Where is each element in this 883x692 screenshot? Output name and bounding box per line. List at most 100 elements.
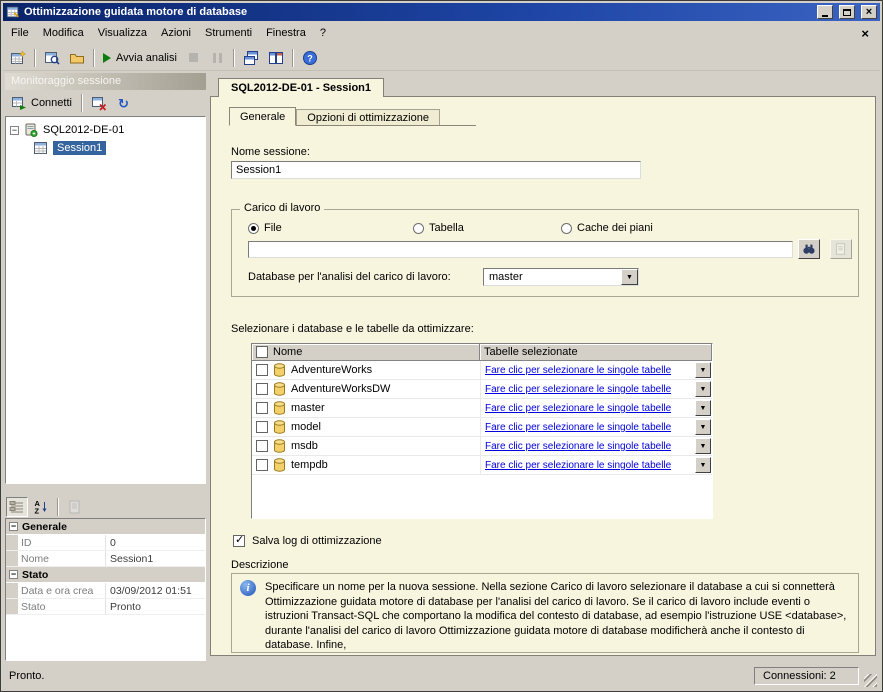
collapse-icon[interactable]: − xyxy=(10,126,19,135)
chevron-down-icon[interactable]: ▼ xyxy=(695,419,711,435)
database-cell[interactable]: master xyxy=(252,399,480,417)
menu-strumenti[interactable]: Strumenti xyxy=(198,23,259,43)
document-tab[interactable]: SQL2012-DE-01 - Session1 xyxy=(218,78,384,97)
refresh-button[interactable]: ↻ xyxy=(112,92,135,114)
menu-azioni[interactable]: Azioni xyxy=(154,23,198,43)
new-session-button[interactable] xyxy=(6,47,30,69)
property-value[interactable]: Session1 xyxy=(106,551,205,566)
database-checkbox[interactable] xyxy=(256,459,268,471)
property-value[interactable]: 0 xyxy=(106,535,205,550)
select-tables-link[interactable]: Fare clic per selezionare le singole tab… xyxy=(485,460,671,471)
session-document-panel: SQL2012-DE-01 - Session1 Generale Opzion… xyxy=(208,71,880,663)
select-tables-link[interactable]: Fare clic per selezionare le singole tab… xyxy=(485,441,671,452)
tile-windows-button[interactable] xyxy=(264,47,288,69)
open-file-button[interactable] xyxy=(65,47,89,69)
connect-button[interactable]: Connetti xyxy=(6,93,77,113)
cascade-windows-button[interactable] xyxy=(239,47,263,69)
database-checkbox[interactable] xyxy=(256,440,268,452)
select-tables-link[interactable]: Fare clic per selezionare le singole tab… xyxy=(485,422,671,433)
database-checkbox[interactable] xyxy=(256,402,268,414)
property-value[interactable]: Pronto xyxy=(106,599,205,614)
chevron-down-icon[interactable]: ▼ xyxy=(695,457,711,473)
alphabetical-sort-button[interactable]: A Z xyxy=(30,497,52,517)
table-row: tempdb Fare clic per selezionare le sing… xyxy=(252,456,712,475)
start-analysis-icon xyxy=(103,53,111,63)
property-category-stato[interactable]: − Stato xyxy=(6,567,205,583)
workload-radio-tabella[interactable]: Tabella xyxy=(413,222,464,234)
chevron-down-icon[interactable]: ▼ xyxy=(695,400,711,416)
selected-tables-column-header[interactable]: Tabelle selezionate xyxy=(480,344,712,361)
tree-item-server[interactable]: − SQL2012-DE-01 xyxy=(7,121,204,139)
minimize-button[interactable] xyxy=(817,5,833,19)
menu-help[interactable]: ? xyxy=(313,23,333,43)
close-button[interactable]: × xyxy=(861,5,877,19)
start-analysis-button[interactable]: Avvia analisi xyxy=(99,47,181,69)
database-checkbox[interactable] xyxy=(256,364,268,376)
property-row-stato[interactable]: Stato Pronto xyxy=(6,599,205,615)
chevron-down-icon[interactable]: ▼ xyxy=(695,438,711,454)
table-row: AdventureWorksDW Fare clic per seleziona… xyxy=(252,380,712,399)
property-row-nome[interactable]: Nome Session1 xyxy=(6,551,205,567)
close-document-icon[interactable]: × xyxy=(851,26,879,41)
workload-database-combo[interactable]: master ▼ xyxy=(483,268,639,286)
tab-generale[interactable]: Generale xyxy=(229,107,296,126)
property-value[interactable]: 03/09/2012 01:51 xyxy=(106,583,205,598)
collapse-icon[interactable]: − xyxy=(9,570,18,579)
property-row-id[interactable]: ID 0 xyxy=(6,535,205,551)
database-checkbox[interactable] xyxy=(256,421,268,433)
menu-visualizza[interactable]: Visualizza xyxy=(91,23,154,43)
name-column-header[interactable]: Nome xyxy=(252,344,480,361)
browse-workload-button[interactable] xyxy=(798,239,820,259)
session-name-input[interactable] xyxy=(231,161,641,179)
menu-modifica[interactable]: Modifica xyxy=(36,23,91,43)
category-strip xyxy=(6,535,18,550)
workload-radio-cache-dei-piani[interactable]: Cache dei piani xyxy=(561,222,653,234)
select-all-checkbox[interactable] xyxy=(256,346,268,358)
save-log-checkbox[interactable] xyxy=(233,535,245,547)
stop-analysis-icon xyxy=(189,53,198,62)
database-name: msdb xyxy=(291,440,318,452)
menu-file[interactable]: File xyxy=(4,23,36,43)
disconnect-button[interactable] xyxy=(87,92,111,114)
database-cell[interactable]: AdventureWorksDW xyxy=(252,380,480,398)
tables-header-label: Tabelle selezionate xyxy=(484,346,578,358)
collapse-icon[interactable]: − xyxy=(9,522,18,531)
view-session-button[interactable] xyxy=(40,47,64,69)
categorized-button[interactable] xyxy=(6,497,28,517)
menu-bar: File Modifica Visualizza Azioni Strument… xyxy=(3,21,880,45)
menu-finestra[interactable]: Finestra xyxy=(259,23,313,43)
save-log-option[interactable]: Salva log di ottimizzazione xyxy=(233,535,382,547)
help-button[interactable]: ? xyxy=(298,47,322,69)
panel-splitter[interactable] xyxy=(5,484,206,496)
database-cell[interactable]: model xyxy=(252,418,480,436)
chevron-down-icon[interactable]: ▼ xyxy=(695,362,711,378)
database-name: AdventureWorks xyxy=(291,364,372,376)
tree-item-server-label: SQL2012-DE-01 xyxy=(43,124,124,136)
resize-grip-icon[interactable] xyxy=(864,674,877,687)
database-cell[interactable]: AdventureWorks xyxy=(252,361,480,379)
new-session-icon xyxy=(10,50,26,66)
property-category-generale[interactable]: − Generale xyxy=(6,519,205,535)
chevron-down-icon[interactable]: ▼ xyxy=(621,269,638,285)
workload-file-input[interactable] xyxy=(248,241,793,258)
table-row: msdb Fare clic per selezionare le singol… xyxy=(252,437,712,456)
window-title: Ottimizzazione guidata motore di databas… xyxy=(24,6,811,18)
workload-radio-file[interactable]: File xyxy=(248,222,282,234)
maximize-button[interactable] xyxy=(839,5,855,19)
select-tables-link[interactable]: Fare clic per selezionare le singole tab… xyxy=(485,365,671,376)
select-tables-link[interactable]: Fare clic per selezionare le singole tab… xyxy=(485,384,671,395)
tab-opzioni-di-ottimizzazione[interactable]: Opzioni di ottimizzazione xyxy=(296,109,440,125)
database-cell[interactable]: msdb xyxy=(252,437,480,455)
selected-tables-cell: Fare clic per selezionare le singole tab… xyxy=(480,437,712,455)
session-monitor-toolbar: Connetti ↻ xyxy=(5,90,206,116)
workload-group-title: Carico di lavoro xyxy=(240,202,324,214)
database-cell[interactable]: tempdb xyxy=(252,456,480,474)
property-row-data-creazione[interactable]: Data e ora crea 03/09/2012 01:51 xyxy=(6,583,205,599)
svg-text:?: ? xyxy=(307,53,313,63)
select-tables-link[interactable]: Fare clic per selezionare le singole tab… xyxy=(485,403,671,414)
tree-item-session[interactable]: Session1 xyxy=(7,139,204,157)
database-checkbox[interactable] xyxy=(256,383,268,395)
session-tree: − SQL2012-DE-01 Session1 xyxy=(5,116,206,484)
chevron-down-icon[interactable]: ▼ xyxy=(695,381,711,397)
property-name: Nome xyxy=(18,551,106,566)
